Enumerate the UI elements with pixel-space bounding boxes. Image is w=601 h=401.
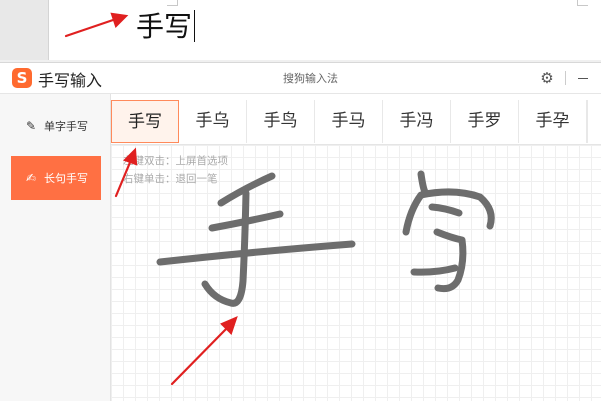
candidate-6[interactable]: 手罗 bbox=[451, 100, 519, 143]
candidate-1[interactable]: 手写 bbox=[111, 100, 179, 143]
minimize-icon[interactable] bbox=[575, 69, 593, 87]
pencil-lines-icon: ✍ bbox=[25, 171, 37, 185]
candidate-4[interactable]: 手马 bbox=[315, 100, 383, 143]
candidate-5[interactable]: 手冯 bbox=[383, 100, 451, 143]
candidate-2[interactable]: 手乌 bbox=[179, 100, 247, 143]
titlebar-divider bbox=[565, 71, 566, 85]
margin-corner-mark-left bbox=[167, 0, 178, 6]
handwriting-ime-window: S 手写输入 搜狗输入法 ⚙ ✎ 单字手写 ✍ 长句手写 手写 手乌 手鸟 手马… bbox=[0, 62, 601, 401]
document-page[interactable] bbox=[48, 0, 601, 60]
handwriting-pad[interactable]: 左键双击：上屏首选项 右键单击：退回一笔 bbox=[111, 145, 601, 401]
sogou-logo-icon: S bbox=[12, 68, 32, 88]
pad-hint-double-click: 左键双击：上屏首选项 bbox=[123, 155, 228, 167]
document-area: 手写 bbox=[0, 0, 601, 60]
ime-titlebar[interactable]: S 手写输入 搜狗输入法 ⚙ bbox=[0, 63, 601, 94]
candidate-bar: 手写 手乌 手鸟 手马 手冯 手罗 手孕 bbox=[111, 100, 601, 145]
mode-sidebar: ✎ 单字手写 ✍ 长句手写 bbox=[0, 94, 111, 401]
long-sentence-mode-button[interactable]: ✍ 长句手写 bbox=[11, 156, 101, 200]
pencil-edit-icon: ✎ bbox=[25, 119, 37, 133]
pad-hint-right-click: 右键单击：退回一笔 bbox=[123, 173, 218, 185]
gear-icon[interactable]: ⚙ bbox=[538, 69, 556, 87]
document-text[interactable]: 手写 bbox=[136, 8, 196, 46]
text-caret bbox=[194, 10, 196, 42]
margin-corner-mark-right bbox=[577, 0, 588, 6]
single-char-mode-label: 单字手写 bbox=[44, 120, 88, 133]
candidate-bar-edge bbox=[587, 100, 596, 143]
app-title: 手写输入 bbox=[38, 71, 103, 90]
single-char-mode-button[interactable]: ✎ 单字手写 bbox=[11, 104, 101, 148]
candidate-7[interactable]: 手孕 bbox=[519, 100, 587, 143]
long-sentence-mode-label: 长句手写 bbox=[44, 172, 88, 185]
document-text-content: 手写 bbox=[136, 10, 193, 43]
candidate-3[interactable]: 手鸟 bbox=[247, 100, 315, 143]
ime-brand-title: 搜狗输入法 bbox=[283, 72, 338, 85]
